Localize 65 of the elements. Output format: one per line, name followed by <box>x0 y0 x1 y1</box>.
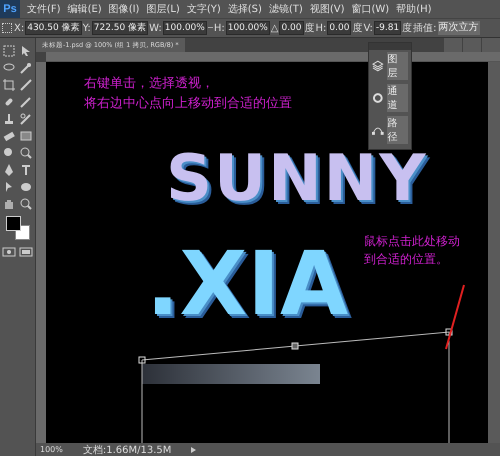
tool-icon[interactable] <box>19 129 33 143</box>
mode-icon[interactable] <box>2 245 16 259</box>
artwork-text: SUNNY <box>166 142 428 216</box>
field-label: X: <box>14 22 24 34</box>
panel-icon <box>372 60 384 72</box>
field-label: V: <box>363 22 373 34</box>
annotation-text: 鼠标点击此处移动 <box>364 233 460 250</box>
menu-item[interactable]: 窗口(W) <box>351 2 390 16</box>
menu-item[interactable]: 视图(V) <box>310 2 344 16</box>
tool-icon[interactable] <box>2 44 16 58</box>
color-swatches-icon[interactable] <box>4 215 30 241</box>
tool-icon[interactable] <box>19 112 33 126</box>
annotation-text: 将右边中心点向上移动到合适的位置 <box>84 94 292 112</box>
panel-item[interactable]: 图层 <box>386 52 408 80</box>
annotation-text: 右键单击，选择透视， <box>84 75 215 93</box>
menu-item[interactable]: 文件(F) <box>27 2 61 16</box>
unit-label: 度 <box>304 22 315 35</box>
menu-item[interactable]: 选择(S) <box>228 2 262 16</box>
input-field[interactable]: 100.00% <box>162 21 207 35</box>
tool-icon[interactable] <box>19 95 33 109</box>
interpolation-dropdown[interactable]: 两次立方 <box>438 21 480 35</box>
menu-item[interactable]: 滤镜(T) <box>268 2 303 16</box>
transform-box[interactable] <box>138 328 452 443</box>
input-field[interactable]: 722.50 像素 <box>92 21 148 35</box>
annotation-text: 到合适的位置。 <box>364 251 449 268</box>
panel-icon <box>372 92 384 104</box>
tool-icon[interactable] <box>19 197 33 211</box>
app-logo[interactable]: Ps <box>0 0 20 18</box>
play-icon[interactable] <box>191 446 196 452</box>
field-label: △ <box>270 22 278 34</box>
artwork-text: .XIA <box>146 232 348 335</box>
menu-item[interactable]: 编辑(E) <box>68 2 102 16</box>
tool-icon[interactable] <box>2 163 16 177</box>
tool-icon[interactable] <box>19 146 33 160</box>
field-label: 插值: <box>413 22 437 35</box>
menu-item[interactable]: 帮助(H) <box>396 2 432 16</box>
menu-item[interactable]: 图像(I) <box>108 2 140 16</box>
tool-icon[interactable] <box>2 112 16 126</box>
unit-label: 度 <box>352 22 362 35</box>
menu-item[interactable]: 图层(L) <box>146 2 180 16</box>
field-label: H: <box>214 22 225 34</box>
link-icon[interactable] <box>208 26 213 30</box>
tool-icon[interactable] <box>2 78 16 92</box>
tool-icon[interactable] <box>19 180 33 194</box>
panel-item[interactable]: 通道 <box>386 84 408 112</box>
document-info: 文档:1.66M/13.5M <box>82 444 172 456</box>
tool-icon[interactable] <box>19 163 33 177</box>
unit-label: 度 <box>402 22 412 35</box>
tool-icon[interactable] <box>19 61 33 75</box>
field-label: W: <box>149 22 162 34</box>
tool-icon[interactable] <box>2 129 16 143</box>
field-label: H: <box>316 22 326 34</box>
transform-icon[interactable] <box>2 23 12 33</box>
mode-icon[interactable] <box>19 245 33 259</box>
input-field[interactable]: 430.50 像素 <box>25 21 82 35</box>
panel-item[interactable]: 路径 <box>386 116 408 144</box>
scrollbar[interactable] <box>488 62 500 443</box>
input-field[interactable]: 100.00% <box>226 21 270 35</box>
input-field[interactable]: 0.00 <box>327 21 352 35</box>
zoom-level[interactable]: 100% <box>40 445 63 454</box>
input-field[interactable]: -9.81 <box>374 21 402 35</box>
menu-item[interactable]: 文字(Y) <box>186 2 221 16</box>
input-field[interactable]: 0.00 <box>279 21 304 35</box>
field-label: Y: <box>82 22 91 34</box>
tool-icon[interactable] <box>19 78 33 92</box>
